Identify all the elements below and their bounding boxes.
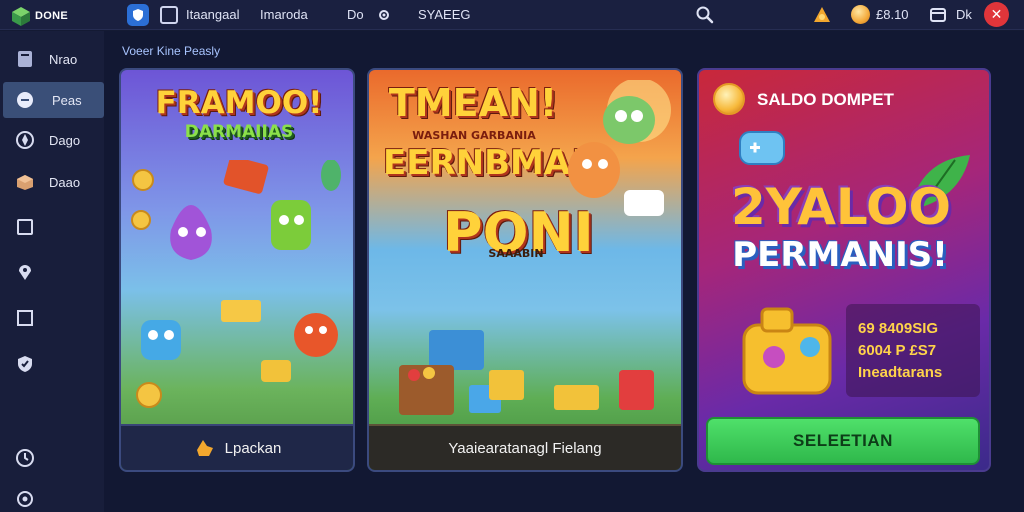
settings-icon: [17, 491, 33, 507]
wallet-info-line: Ineadtarans: [858, 364, 943, 381]
gamepad-icon: [739, 131, 785, 165]
wallet-header: SALDO DOMPET: [757, 90, 894, 109]
window-icon: [17, 310, 33, 326]
card-footer-label: Lpackan: [224, 439, 282, 457]
square-icon[interactable]: [160, 6, 178, 24]
card-tagline: WASHAN GARBANIA: [412, 129, 536, 142]
breadcrumb: Voeer Kine Peasly: [122, 44, 221, 58]
card-subtitle: EERNBMA!: [383, 143, 586, 183]
sidebar-item-dago[interactable]: Dago: [0, 122, 104, 158]
hand-icon: [196, 440, 213, 456]
sidebar-item-label: Nrao: [49, 51, 78, 67]
topnav-item-2[interactable]: Imaroda: [260, 7, 308, 22]
settings-icon[interactable]: [377, 8, 391, 22]
logo-icon: [12, 7, 30, 26]
coin-icon: [851, 5, 870, 24]
topnav-item-1[interactable]: Itaangaal: [186, 7, 240, 22]
sidebar-item-nrao[interactable]: Nrao: [0, 41, 104, 77]
card-subtitle: DARMAIIAS: [184, 122, 294, 142]
sidebar-item-window[interactable]: [0, 300, 104, 336]
top-bar: DONE Itaangaal Imaroda Do SYAEEG £8.10 D…: [0, 0, 1024, 30]
shield-icon: [133, 9, 143, 21]
shield-button[interactable]: [127, 4, 149, 26]
shield-icon: [18, 356, 32, 372]
card-footer[interactable]: Lpackan: [121, 424, 353, 470]
sidebar-item-clock[interactable]: [0, 440, 104, 476]
user-initials[interactable]: Dk: [956, 7, 972, 22]
wallet-subtitle: PERMANIS!: [732, 235, 948, 275]
pin-icon: [19, 265, 31, 280]
character-artwork: [568, 80, 671, 216]
compass-icon: [16, 131, 34, 149]
gamepad-icon: [17, 92, 33, 108]
wallet-title: 2YALOO: [731, 178, 951, 236]
topnav-item-3[interactable]: Do: [347, 7, 364, 22]
game-card-1[interactable]: FRAMOO! DARMAIIAS Lpackan: [119, 68, 355, 472]
wallet-balance[interactable]: £8.10: [876, 7, 909, 22]
sidebar-item-label: Peas: [52, 92, 82, 108]
game-card-2[interactable]: TMEAN! WASHAN GARBANIA EERNBMA! PONI SAA…: [367, 68, 683, 472]
coin-icon: [713, 83, 745, 115]
square-icon: [17, 219, 33, 235]
wallet-info-line: 69 8409SIG: [858, 320, 939, 337]
card-footer-label: Yaaiearatanagl Fielang: [448, 439, 602, 457]
search-icon[interactable]: [695, 5, 715, 25]
sidebar-item-label: Dago: [49, 132, 81, 148]
wallet-icon: [742, 307, 832, 395]
treasure-artwork: [399, 330, 654, 415]
book-icon: [18, 51, 32, 67]
sidebar-item-square[interactable]: [0, 209, 104, 245]
topnav-item-4[interactable]: SYAEEG: [418, 7, 471, 22]
app-logo-text: DONE: [35, 10, 68, 22]
card-icon[interactable]: [930, 8, 946, 22]
sidebar-item-shield[interactable]: [0, 346, 104, 382]
game-artwork: [131, 160, 341, 408]
select-button[interactable]: SELEETIAN: [706, 417, 980, 465]
sidebar-item-daao[interactable]: Daao: [0, 164, 104, 200]
card-badge-subtitle: SAAABIN: [488, 247, 544, 260]
close-icon[interactable]: ✕: [984, 2, 1009, 27]
sidebar-item-settings[interactable]: [0, 481, 104, 512]
bell-icon[interactable]: [810, 3, 834, 27]
card-footer[interactable]: Yaaiearatanagl Fielang: [369, 424, 681, 470]
app-logo[interactable]: DONE: [10, 5, 68, 27]
sidebar-item-label: Daao: [49, 174, 81, 190]
wallet-info-line: 6004 P £S7: [858, 342, 937, 359]
sidebar-item-peas[interactable]: Peas: [3, 82, 104, 118]
card-title: TMEAN!: [388, 81, 558, 125]
sidebar-item-pin[interactable]: [0, 254, 104, 290]
card-title: FRAMOO!: [155, 85, 323, 121]
clock-icon: [16, 449, 34, 467]
box-icon: [17, 175, 33, 190]
